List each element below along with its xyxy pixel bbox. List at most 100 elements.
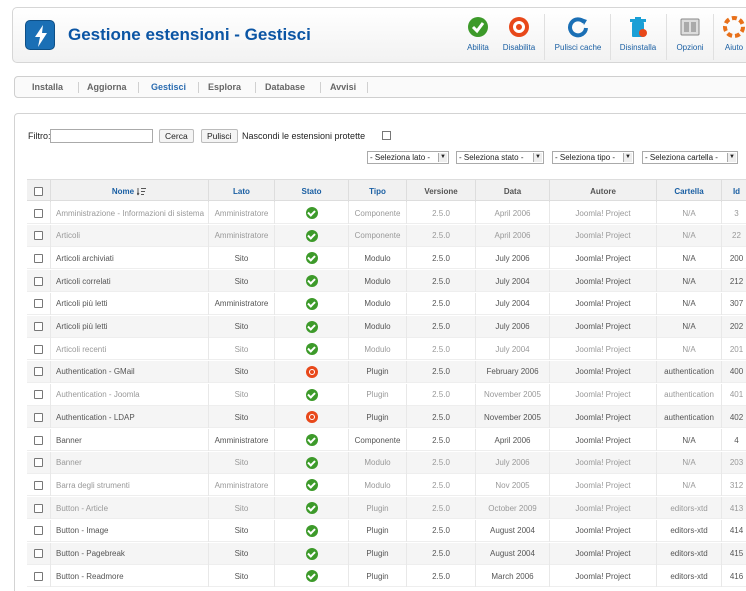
table-row[interactable]: Banner Sito Modulo 2.5.0 July 2006 Joomla! Pr… [27, 451, 746, 474]
table-row[interactable]: Articoli più letti Amministratore Modulo 2.… [27, 292, 746, 315]
table-row[interactable]: Banner Amministratore Componente 2.5.0 April… [27, 429, 746, 451]
cell-name[interactable]: Articoli più letti [51, 292, 209, 315]
tab-aggiorna[interactable]: Aggiorna [87, 82, 127, 92]
table-row[interactable]: Articoli Amministratore Componente 2.5.0 Apr… [27, 224, 746, 247]
table-row[interactable]: Articoli recenti Sito Modulo 2.5.0 July 2004… [27, 338, 746, 361]
enabled-status-icon[interactable] [305, 502, 318, 515]
tab-esplora[interactable]: Esplora [208, 82, 241, 92]
column-header-id[interactable]: Id [722, 180, 746, 202]
row-checkbox[interactable] [34, 412, 43, 422]
table-row[interactable]: Authentication - Joomla Sito Plugin 2.5.0 No… [27, 383, 746, 406]
row-checkbox[interactable] [34, 253, 43, 263]
column-header-nome[interactable]: Nome [51, 180, 209, 202]
cell-name[interactable]: Articoli archiviati [51, 247, 209, 270]
tab-gestisci[interactable]: Gestisci [151, 82, 186, 92]
row-checkbox[interactable] [34, 299, 43, 309]
cell-id: 201 [722, 338, 746, 360]
tab-avvisi[interactable]: Avvisi [330, 82, 356, 92]
uninstall-button[interactable]: Disinstalla [617, 16, 659, 60]
cell-name[interactable]: Button - Article [51, 497, 209, 520]
cell-name[interactable]: Button - Readmore [51, 565, 209, 588]
search-button[interactable]: Cerca [159, 129, 194, 143]
row-checkbox[interactable] [34, 458, 43, 468]
table-row[interactable]: Articoli archiviati Sito Modulo 2.5.0 July 2… [27, 247, 746, 270]
row-checkbox[interactable] [34, 322, 43, 331]
row-checkbox[interactable] [34, 526, 43, 536]
row-checkbox[interactable] [34, 503, 43, 513]
column-header-lato[interactable]: Lato [209, 180, 275, 202]
row-checkbox[interactable] [34, 208, 43, 218]
table-row[interactable]: Authentication - GMail Sito Plugin 2.5.0 Feb… [27, 360, 746, 383]
cell-name[interactable]: Articoli correlati [51, 270, 209, 293]
enabled-status-icon[interactable] [305, 320, 318, 333]
select-side[interactable]: - Seleziona lato - ▼ [367, 151, 449, 164]
row-checkbox[interactable] [34, 276, 43, 286]
select-type[interactable]: - Seleziona tipo - ▼ [552, 151, 634, 164]
row-checkbox[interactable] [34, 344, 43, 354]
row-checkbox[interactable] [34, 480, 43, 490]
table-row[interactable]: Button - Article Sito Plugin 2.5.0 October 2… [27, 497, 746, 520]
table-row[interactable]: Button - Image Sito Plugin 2.5.0 August 2004… [27, 519, 746, 542]
enabled-status-icon[interactable] [305, 207, 318, 219]
column-header-tipo[interactable]: Tipo [349, 180, 407, 202]
cell-name[interactable]: Amministrazione - Informazioni di sistem… [51, 202, 209, 224]
disabled-status-icon[interactable] [305, 411, 318, 424]
clear-cache-button[interactable]: Pulisci cache [553, 16, 603, 60]
row-checkbox[interactable] [34, 367, 43, 377]
column-header-cartella[interactable]: Cartella [657, 180, 722, 202]
status-cell [275, 338, 349, 361]
cell-name[interactable]: Barra degli strumenti [51, 474, 209, 497]
cell-name[interactable]: Articoli recenti [51, 338, 209, 361]
enabled-status-icon[interactable] [305, 388, 318, 401]
table-row[interactable]: Articoli più letti Sito Modulo 2.5.0 July 20… [27, 315, 746, 338]
hide-protected-checkbox[interactable] [382, 131, 391, 140]
clear-button[interactable]: Pulisci [201, 129, 238, 143]
disabled-status-icon[interactable] [305, 365, 318, 378]
row-checkbox[interactable] [34, 435, 43, 445]
options-button[interactable]: Opzioni [673, 16, 707, 60]
tab-installa[interactable]: Installa [32, 82, 63, 92]
table-row[interactable]: Button - Readmore Sito Plugin 2.5.0 March 20… [27, 565, 746, 588]
row-checkbox[interactable] [34, 231, 43, 241]
row-checkbox[interactable] [34, 549, 43, 558]
cell-name[interactable]: Authentication - Joomla [51, 383, 209, 406]
table-row[interactable]: Articoli correlati Sito Modulo 2.5.0 July 20… [27, 270, 746, 293]
status-cell [275, 315, 349, 338]
cell-name[interactable]: Banner [51, 429, 209, 451]
enabled-status-icon[interactable] [305, 479, 318, 492]
column-header-stato[interactable]: Stato [275, 180, 349, 202]
enabled-status-icon[interactable] [305, 434, 318, 446]
enabled-status-icon[interactable] [305, 297, 318, 310]
chevron-down-icon: ▼ [533, 153, 542, 162]
select-all-checkbox[interactable] [34, 186, 43, 196]
cell-name[interactable]: Banner [51, 451, 209, 474]
enabled-status-icon[interactable] [305, 252, 318, 265]
enabled-status-icon[interactable] [305, 570, 318, 583]
table-row[interactable]: Button - Pagebreak Sito Plugin 2.5.0 August … [27, 542, 746, 565]
help-button[interactable]: Aiuto [721, 16, 746, 60]
disable-button[interactable]: Disabilita [501, 16, 537, 60]
cell-name[interactable]: Articoli più letti [51, 315, 209, 338]
cell-name[interactable]: Authentication - GMail [51, 360, 209, 383]
enabled-status-icon[interactable] [305, 229, 318, 242]
cell-name[interactable]: Authentication - LDAP [51, 406, 209, 429]
row-checkbox[interactable] [34, 390, 43, 400]
cell-name[interactable]: Articoli [51, 224, 209, 247]
select-status[interactable]: - Seleziona stato - ▼ [456, 151, 544, 164]
cell-name[interactable]: Button - Pagebreak [51, 542, 209, 565]
select-folder[interactable]: - Seleziona cartella - ▼ [642, 151, 738, 164]
enabled-status-icon[interactable] [305, 456, 318, 469]
cell-name[interactable]: Button - Image [51, 519, 209, 542]
enable-button[interactable]: Abilita [463, 16, 493, 60]
table-row[interactable]: Amministrazione - Informazioni di sistem… [27, 202, 746, 224]
row-checkbox-cell [27, 383, 51, 406]
enabled-status-icon[interactable] [305, 343, 318, 356]
enabled-status-icon[interactable] [305, 524, 318, 537]
enabled-status-icon[interactable] [305, 547, 318, 560]
filter-input[interactable] [50, 129, 153, 143]
enabled-status-icon[interactable] [305, 275, 318, 288]
tab-database[interactable]: Database [265, 82, 305, 92]
table-row[interactable]: Barra degli strumenti Amministratore Modul… [27, 474, 746, 497]
table-row[interactable]: Authentication - LDAP Sito Plugin 2.5.0 Nove… [27, 406, 746, 429]
row-checkbox[interactable] [34, 571, 43, 581]
